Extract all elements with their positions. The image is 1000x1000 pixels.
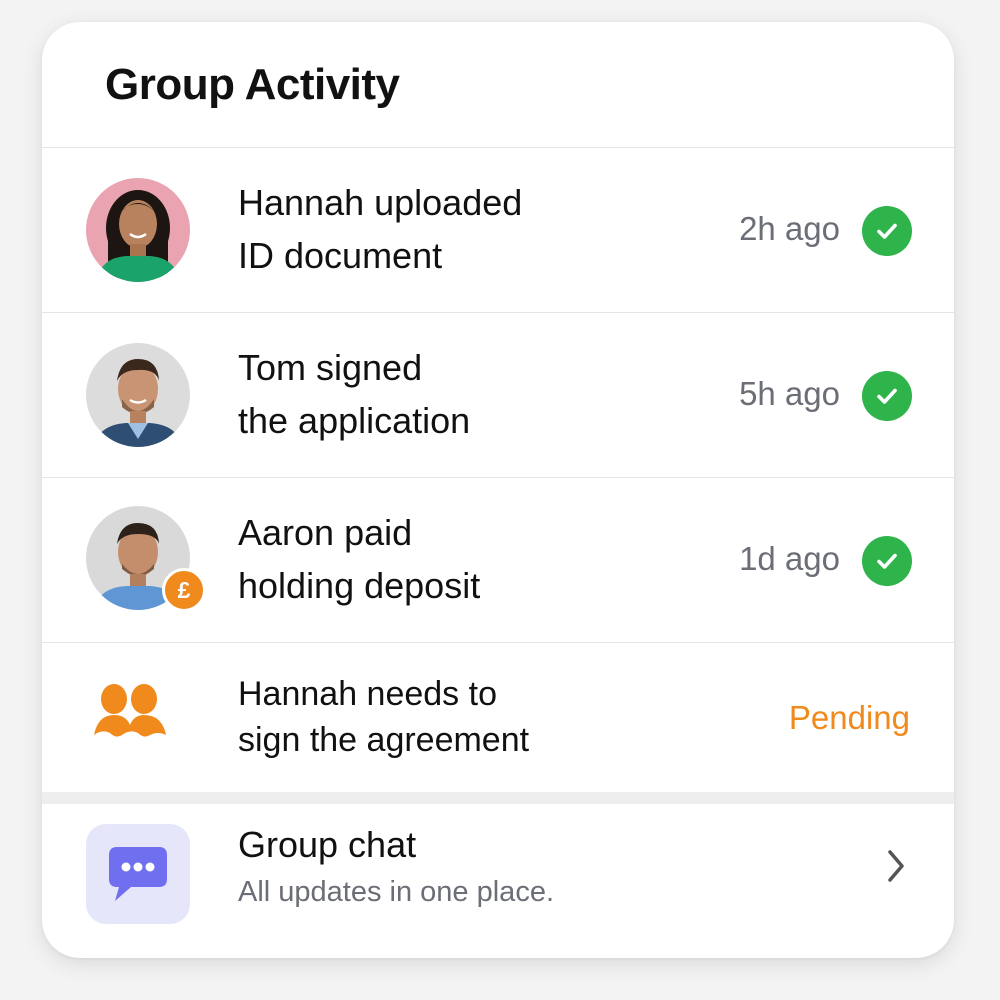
status-badge: Pending [788,699,910,736]
check-circle-icon [862,536,912,586]
avatar-aaron: £ [86,506,206,612]
activity-line-1: Hannah uploaded [238,182,523,223]
group-people-icon [92,679,172,749]
pound-icon: £ [162,568,206,612]
activity-line-1: Tom signed [238,347,423,388]
activity-row-hannah-upload[interactable]: Hannah uploaded ID document 2h ago [42,148,954,313]
activity-row-hannah-pending[interactable]: Hannah needs to sign the agreement Pendi… [42,643,954,792]
activity-line-2: sign the agreement [238,721,530,759]
group-chat-link[interactable]: Group chat All updates in one place. [42,792,954,958]
card-header: Group Activity [42,22,954,148]
chevron-right-icon[interactable] [884,846,908,891]
activity-row-tom-signed[interactable]: Tom signed the application 5h ago [42,313,954,478]
group-activity-card: Group Activity Hannah uploaded ID docume… [42,22,954,958]
activity-timestamp: 2h ago [739,210,840,247]
check-circle-icon [862,371,912,421]
chat-title: Group chat [238,824,417,865]
activity-line-2: ID document [238,235,443,276]
activity-timestamp: 5h ago [739,375,840,412]
chat-bubble-icon [86,824,190,924]
activity-line-1: Aaron paid [238,512,413,553]
activity-line-2: holding deposit [238,565,481,606]
activity-row-aaron-paid[interactable]: £ Aaron paid holding deposit 1d ago [42,478,954,643]
avatar-hannah [86,178,190,282]
activity-timestamp: 1d ago [739,540,840,577]
activity-text: Hannah uploaded ID document [238,176,522,282]
page-title: Group Activity [105,59,400,109]
activity-line-2: the application [238,400,471,441]
activity-text: Tom signed the application [238,341,470,447]
activity-line-1: Hannah needs to [238,675,497,713]
activity-text: Hannah needs to sign the agreement [238,671,529,763]
chat-subtitle: All updates in one place. [238,876,554,908]
avatar-tom [86,343,190,447]
activity-text: Aaron paid holding deposit [238,506,480,612]
check-circle-icon [862,206,912,256]
